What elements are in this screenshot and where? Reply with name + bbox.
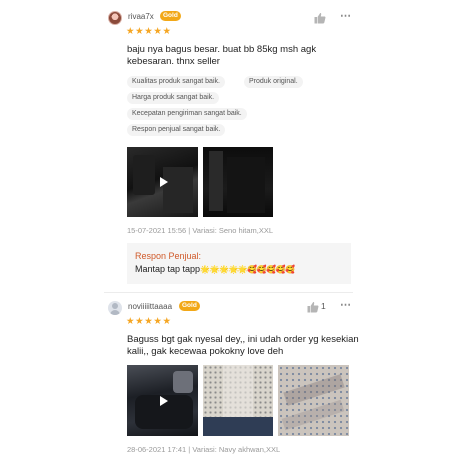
review-tag: Respon penjual sangat baik. [127,124,226,136]
play-icon[interactable] [159,177,168,187]
seller-response: Respon Penjual: Mantap tap tapp🌟🌟🌟🌟🌟🥰🥰🥰🥰… [127,243,351,284]
seller-response-message: Mantap tap tapp [135,264,201,274]
avatar[interactable] [108,11,122,25]
like-count: 1 [321,301,326,311]
review-tag: Kualitas produk sangat baik. [127,76,225,88]
review-photo-thumbnail[interactable] [278,365,349,436]
review-tag: Kecepatan pengiriman sangat baik. [127,108,247,120]
thumbs-up-icon[interactable] [307,300,319,313]
review-comment: Baguss bgt gak nyesal dey,, ini udah ord… [127,334,359,357]
more-options-icon[interactable]: ⋯ [340,300,352,311]
reviewer-username[interactable]: rivaa7x [128,12,154,21]
thumbs-up-icon[interactable] [314,11,326,24]
more-options-icon[interactable]: ⋯ [340,11,352,22]
review-photo-thumbnail[interactable] [203,365,273,436]
review-video-thumbnail[interactable] [127,365,198,436]
review-comment: baju nya bagus besar. buat bb 85kg msh a… [127,44,317,67]
review-tag: Produk original. [244,76,303,88]
gold-badge: Gold [179,301,200,311]
rating-stars: ★★★★★ [126,316,172,327]
review-video-thumbnail[interactable] [127,147,198,217]
seller-response-title: Respon Penjual: [135,251,202,261]
seller-response-text: Mantap tap tapp🌟🌟🌟🌟🌟🥰🥰🥰🥰🥰 [135,264,295,274]
rating-stars: ★★★★★ [126,26,172,37]
review-meta: 15-07-2021 15:56 | Variasi: Seno hitam,X… [127,226,274,235]
reviewer-username[interactable]: noviiiiittaaaa [128,302,172,311]
review-tag: Harga produk sangat baik. [127,92,220,104]
avatar[interactable] [108,301,122,315]
seller-response-emojis: 🌟🌟🌟🌟🌟🥰🥰🥰🥰🥰 [200,265,295,274]
play-icon[interactable] [159,395,168,406]
gold-badge: Gold [160,11,181,21]
review-card: rivaa7x Gold ⋯ ★★★★★ baju nya bagus besa… [0,0,457,292]
review-photo-thumbnail[interactable] [203,147,273,217]
review-meta: 28-06-2021 17:41 | Variasi: Navy akhwan,… [127,445,281,454]
